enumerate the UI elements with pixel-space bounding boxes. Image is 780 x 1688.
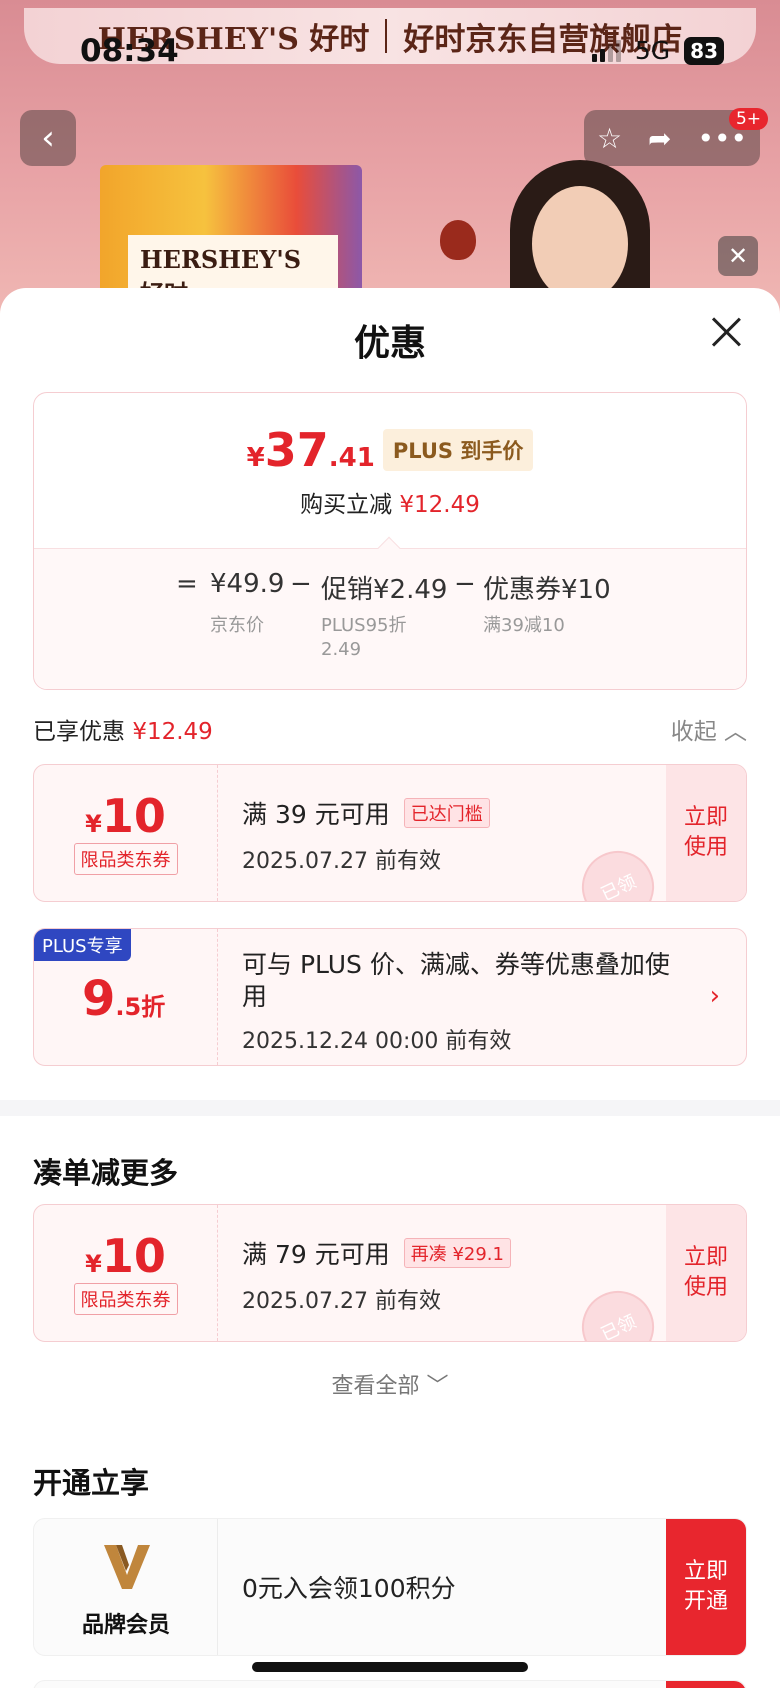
enjoyed-discount: 已享优惠 ¥12.49 bbox=[33, 719, 213, 745]
home-indicator[interactable] bbox=[252, 1662, 528, 1672]
coupon-card: ¥10 限品类东券 满 79 元可用 再凑 ¥29.1 2025.07.27 前… bbox=[33, 1204, 747, 1342]
chevron-up-icon: ︿ bbox=[724, 719, 747, 745]
plus-validity: 2025.12.24 00:00 前有效 bbox=[242, 1029, 512, 1054]
plus-discount-value: PLUS专享 9.5折 bbox=[34, 929, 218, 1065]
collapse-button[interactable]: 收起 ︿ bbox=[671, 712, 747, 746]
threshold-status: 已达门槛 bbox=[403, 798, 490, 828]
section-title-more: 凑单减更多 bbox=[33, 1156, 179, 1190]
use-now-button[interactable]: 立即 使用 bbox=[666, 765, 746, 901]
promo-amount: 促销¥2.49 bbox=[321, 575, 448, 605]
brand-member-label: 品牌会员 bbox=[81, 1613, 170, 1638]
promo-label: PLUS95折 2.49 bbox=[321, 615, 407, 660]
next-card-partial bbox=[33, 1680, 747, 1688]
coupon-type: 限品类东券 bbox=[73, 843, 178, 875]
chevron-down-icon: ﹀ bbox=[426, 1374, 449, 1399]
add-more-status: 再凑 ¥29.1 bbox=[403, 1238, 511, 1268]
coupon-validity: 2025.07.27 前有效 bbox=[242, 849, 441, 874]
coupon-condition: 满 79 元可用 再凑 ¥29.1 bbox=[242, 1235, 511, 1271]
plus-discount-card[interactable]: PLUS专享 9.5折 可与 PLUS 价、满减、券等优惠叠加使用 2025.1… bbox=[33, 928, 747, 1066]
plus-description: 可与 PLUS 价、满减、券等优惠叠加使用 bbox=[242, 950, 670, 1011]
battery-icon: 83 bbox=[684, 36, 724, 65]
use-now-button[interactable]: 立即 使用 bbox=[666, 1205, 746, 1341]
coupon-type: 限品类东券 bbox=[73, 1283, 178, 1315]
brand-member-info: 品牌会员 bbox=[34, 1519, 218, 1655]
product-page-background: HERSHEY'S 好时 好时京东自营旗舰店 08:34 5G 83 ‹ ☆ ➦… bbox=[0, 0, 780, 320]
reduce-line: 购买立减 ¥12.49 bbox=[300, 492, 480, 518]
final-price: ¥37.41 bbox=[246, 423, 375, 477]
jd-price: ¥49.9 bbox=[210, 569, 285, 599]
coupon-label: 满39减10 bbox=[483, 615, 565, 636]
coupon-validity: 2025.07.27 前有效 bbox=[242, 1289, 441, 1314]
notification-badge: 5+ bbox=[728, 108, 768, 130]
equals-sign: = bbox=[176, 569, 198, 599]
plus-exclusive-badge: PLUS专享 bbox=[34, 929, 131, 961]
close-float-icon[interactable]: ✕ bbox=[718, 236, 758, 276]
price-breakdown: = ¥49.9 京东价 − 促销¥2.49 PLUS95折 2.49 − 优惠券¥… bbox=[34, 536, 746, 689]
kiss-chocolate-image bbox=[440, 220, 476, 260]
sheet-title: 优惠 bbox=[353, 323, 426, 364]
coupon-amount: 优惠券¥10 bbox=[483, 575, 611, 605]
coupon-value: ¥10 限品类东券 bbox=[34, 765, 218, 901]
signal-icon bbox=[591, 39, 621, 62]
minus-sign: − bbox=[454, 569, 476, 599]
minus-sign: − bbox=[290, 569, 312, 599]
open-now-button[interactable]: 立即 开通 bbox=[666, 1519, 746, 1655]
coupon-condition: 满 39 元可用 已达门槛 bbox=[242, 795, 490, 831]
coupon-card: ¥10 限品类东券 满 39 元可用 已达门槛 2025.07.27 前有效 已… bbox=[33, 764, 747, 902]
brand-member-logo-icon bbox=[104, 1545, 150, 1589]
status-time: 08:34 bbox=[80, 33, 179, 69]
back-button[interactable]: ‹ bbox=[20, 110, 76, 166]
view-all-link[interactable]: 查看全部 ﹀ bbox=[0, 1368, 780, 1400]
section-title-open: 开通立享 bbox=[33, 1466, 150, 1500]
close-icon[interactable] bbox=[710, 316, 742, 348]
network-type: 5G bbox=[634, 36, 671, 65]
banner-separator bbox=[385, 19, 388, 53]
section-divider bbox=[0, 1100, 780, 1116]
discount-rate: 9.5折 bbox=[82, 971, 166, 1027]
coupon-amount: ¥10 bbox=[85, 789, 166, 843]
coupon-amount: ¥10 bbox=[85, 1229, 166, 1283]
status-icons: 5G 83 bbox=[591, 36, 724, 65]
share-icon[interactable]: ➦ bbox=[648, 122, 671, 155]
coupon-value: ¥10 限品类东券 bbox=[34, 1205, 218, 1341]
chevron-right-icon: › bbox=[709, 981, 720, 1011]
price-summary-card: ¥37.41 PLUS 到手价 购买立减 ¥12.49 = ¥49.9 京东价 … bbox=[33, 392, 747, 690]
jd-price-label: 京东价 bbox=[210, 615, 264, 636]
brand-member-card: 品牌会员 0元入会领100积分 立即 开通 bbox=[33, 1518, 747, 1656]
discount-sheet: 优惠 ¥37.41 PLUS 到手价 购买立减 ¥12.49 = ¥49.9 京… bbox=[0, 288, 780, 1688]
plus-price-tag: PLUS 到手价 bbox=[382, 429, 534, 471]
member-benefit-text: 0元入会领100积分 bbox=[242, 1574, 456, 1603]
